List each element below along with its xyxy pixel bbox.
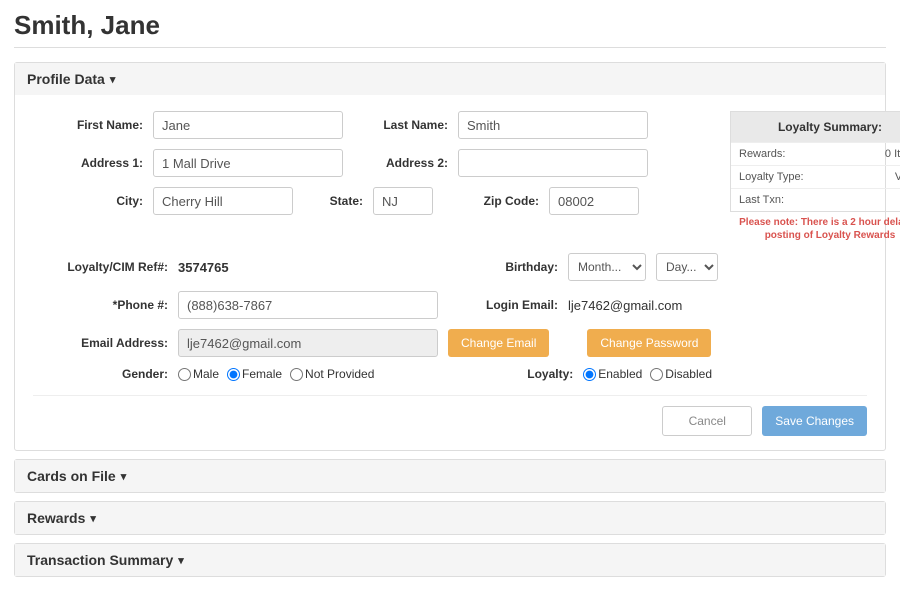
change-email-button[interactable]: Change Email xyxy=(448,329,549,357)
gender-notprovided-radio[interactable] xyxy=(290,368,303,381)
page-title: Smith, Jane xyxy=(14,10,886,48)
gender-label: Gender: xyxy=(33,367,168,381)
loyalty-ref-value: 3574765 xyxy=(178,255,338,280)
cards-on-file-header[interactable]: Cards on File ▾ xyxy=(15,460,885,492)
gender-female-radio[interactable] xyxy=(227,368,240,381)
divider xyxy=(33,395,867,396)
profile-data-panel: Profile Data ▾ First Name: Last Name: Ad… xyxy=(14,62,886,451)
loyalty-summary-box: Loyalty Summary: Rewards: 0 Items Loyalt… xyxy=(730,111,900,212)
gender-radio-group: Male Female Not Provided xyxy=(178,367,380,381)
first-name-label: First Name: xyxy=(33,118,143,132)
email-address-input[interactable] xyxy=(178,329,438,357)
loyalty-row-lasttxn: Last Txn: N/A xyxy=(731,188,900,211)
loyalty-label: Loyalty: xyxy=(493,367,573,381)
zip-label: Zip Code: xyxy=(443,194,539,208)
state-input[interactable] xyxy=(373,187,433,215)
first-name-input[interactable] xyxy=(153,111,343,139)
loyalty-note: Please note: There is a 2 hour delay in … xyxy=(730,216,900,242)
last-name-label: Last Name: xyxy=(353,118,448,132)
address2-input[interactable] xyxy=(458,149,648,177)
loyalty-radio-group: Enabled Disabled xyxy=(583,367,718,381)
profile-data-title: Profile Data xyxy=(27,71,105,87)
gender-notprovided-option[interactable]: Not Provided xyxy=(290,367,374,381)
footer-actions: Cancel Save Changes xyxy=(33,406,867,436)
login-email-value: lje7462@gmail.com xyxy=(568,293,718,318)
loyalty-summary-container: Loyalty Summary: Rewards: 0 Items Loyalt… xyxy=(730,111,900,242)
state-label: State: xyxy=(303,194,363,208)
transaction-summary-title: Transaction Summary xyxy=(27,552,173,568)
loyalty-disabled-option[interactable]: Disabled xyxy=(650,367,712,381)
birthday-month-select[interactable]: Month... xyxy=(568,253,646,281)
cards-on-file-title: Cards on File xyxy=(27,468,116,484)
chevron-down-icon: ▾ xyxy=(90,512,96,525)
loyalty-ref-label: Loyalty/CIM Ref#: xyxy=(33,260,168,274)
cancel-button[interactable]: Cancel xyxy=(662,406,752,436)
loyalty-enabled-option[interactable]: Enabled xyxy=(583,367,642,381)
loyalty-disabled-radio[interactable] xyxy=(650,368,663,381)
rewards-header[interactable]: Rewards ▾ xyxy=(15,502,885,534)
change-password-button[interactable]: Change Password xyxy=(587,329,711,357)
chevron-down-icon: ▾ xyxy=(121,470,127,483)
loyalty-row-type: Loyalty Type: Visits xyxy=(731,165,900,188)
city-label: City: xyxy=(33,194,143,208)
birthday-day-select[interactable]: Day... xyxy=(656,253,718,281)
address2-label: Address 2: xyxy=(353,156,448,170)
address1-label: Address 1: xyxy=(33,156,143,170)
birthday-label: Birthday: xyxy=(478,260,558,274)
city-input[interactable] xyxy=(153,187,293,215)
login-email-label: Login Email: xyxy=(458,298,558,312)
loyalty-summary-header: Loyalty Summary: xyxy=(731,112,900,142)
loyalty-row-rewards: Rewards: 0 Items xyxy=(731,142,900,165)
gender-male-radio[interactable] xyxy=(178,368,191,381)
transaction-summary-header[interactable]: Transaction Summary ▾ xyxy=(15,544,885,576)
save-changes-button[interactable]: Save Changes xyxy=(762,406,867,436)
phone-label: *Phone #: xyxy=(33,298,168,312)
last-name-input[interactable] xyxy=(458,111,648,139)
rewards-title: Rewards xyxy=(27,510,85,526)
chevron-down-icon: ▾ xyxy=(178,554,184,567)
gender-female-option[interactable]: Female xyxy=(227,367,282,381)
cards-on-file-panel: Cards on File ▾ xyxy=(14,459,886,493)
phone-input[interactable] xyxy=(178,291,438,319)
rewards-panel: Rewards ▾ xyxy=(14,501,886,535)
chevron-down-icon: ▾ xyxy=(110,73,116,86)
profile-data-header[interactable]: Profile Data ▾ xyxy=(15,63,885,95)
address1-input[interactable] xyxy=(153,149,343,177)
email-address-label: Email Address: xyxy=(33,336,168,350)
gender-male-option[interactable]: Male xyxy=(178,367,219,381)
loyalty-enabled-radio[interactable] xyxy=(583,368,596,381)
transaction-summary-panel: Transaction Summary ▾ xyxy=(14,543,886,577)
zip-input[interactable] xyxy=(549,187,639,215)
